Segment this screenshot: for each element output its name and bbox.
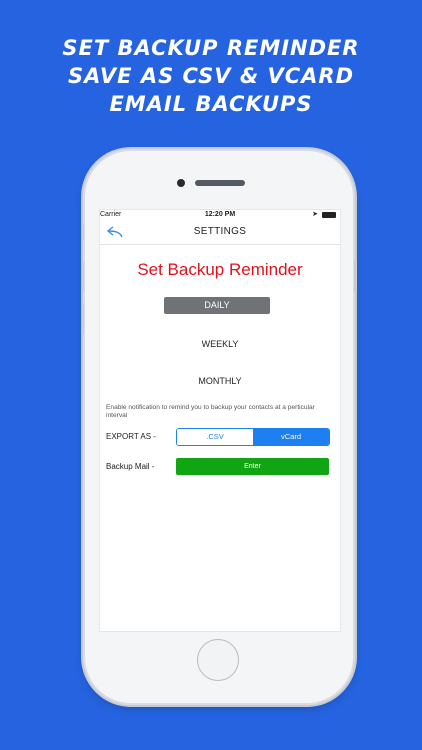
phone-volume-up [81,261,84,293]
option-monthly[interactable]: MONTHLY [100,376,340,386]
promo-line-1: Set Backup Reminder [62,36,360,60]
reminder-heading: Set Backup Reminder [137,260,303,279]
home-button[interactable] [197,639,239,681]
phone-power-button [354,261,357,293]
phone-side-button [81,223,84,241]
phone-volume-down [81,303,84,335]
status-time: 12:20 PM [204,211,236,218]
promo-line-3: Email Backups [109,92,313,116]
battery-icon [322,212,336,218]
page-title: SETTINGS [193,226,247,237]
export-format-segment[interactable]: .CSV vCard [176,428,330,446]
phone-speaker [195,180,245,186]
promo-text: Set Backup Reminder Save as CSV & vCard … [0,34,422,118]
phone-frame: Carrier 12:20 PM ➤ SETTINGS Set Backup R… [81,151,357,703]
backup-mail-label: Backup Mail - [106,462,155,471]
export-label: EXPORT AS - [106,432,156,441]
option-weekly[interactable]: WEEKLY [100,339,340,349]
promo-line-2: Save as CSV & vCard [67,64,355,88]
nav-bar: SETTINGS [100,220,340,245]
phone-camera [177,179,185,187]
segment-vcard[interactable]: vCard [253,429,329,445]
location-icon: ➤ [312,211,318,218]
app-screen: Carrier 12:20 PM ➤ SETTINGS Set Backup R… [99,209,341,632]
status-bar: Carrier 12:20 PM ➤ [100,210,340,220]
segment-csv[interactable]: .CSV [177,429,253,445]
reminder-note: Enable notification to remind you to bac… [106,404,315,419]
option-daily[interactable]: DAILY [164,297,270,314]
enter-button[interactable]: Enter [176,458,329,475]
